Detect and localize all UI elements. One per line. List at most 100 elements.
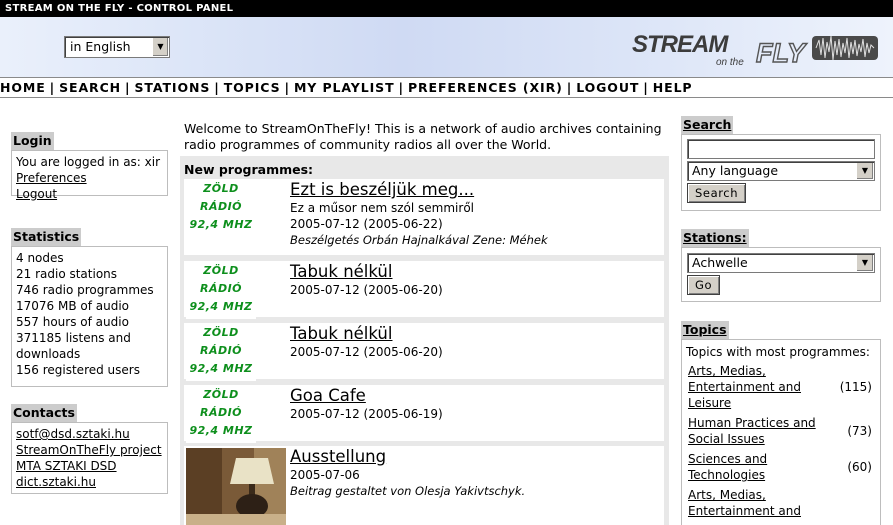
new-programmes-panel: New programmes: ZÖLD RÁDIÓ 92,4 MHZ Ezt … [180,156,669,525]
search-panel: Search Any language ▼ Search [681,116,881,211]
programme-item: ZÖLD RÁDIÓ 92,4 MHZ Ezt is beszéljük meg… [184,179,664,255]
station-logo-thumb[interactable]: ZÖLD RÁDIÓ 92,4 MHZ [186,325,256,381]
thumb-line: 92,4 MHZ [189,300,253,313]
logout-link[interactable]: Logout [16,187,57,201]
thumb-line: 92,4 MHZ [189,218,253,231]
programme-title-link[interactable]: Goa Cafe [290,386,443,406]
search-button[interactable]: Search [687,183,747,203]
programme-title-link[interactable]: Tabuk nélkül [290,324,443,344]
contact-link[interactable]: MTA SZTAKI DSD [16,459,117,473]
stations-title[interactable]: Stations: [681,229,749,247]
stat-line: 557 hours of audio [16,315,129,329]
topic-count: (115) [839,380,872,394]
streamonthefly-logo: STREAM on the FLY [632,31,878,68]
contact-link[interactable]: dict.sztaki.hu [16,475,96,489]
language-select-value: in English [70,39,131,54]
logo-text-fly: FLY [756,38,808,68]
nav-home[interactable]: HOME [0,80,46,95]
stations-select-value: Achwelle [692,255,748,270]
statistics-panel: Statistics 4 nodes 21 radio stations 746… [11,228,168,387]
lamp-photo-icon [186,448,286,525]
login-panel: Login You are logged in as: xir Preferen… [11,132,168,201]
programme-date: 2005-07-12 (2005-06-19) [290,407,443,421]
programme-info: Tabuk nélkül 2005-07-12 (2005-06-20) [290,323,443,360]
stations-panel: Stations: Achwelle ▼ Go [681,229,881,302]
topics-title[interactable]: Topics [681,321,729,339]
go-button[interactable]: Go [687,275,721,295]
programme-title-link[interactable]: Ausstellung [290,447,525,467]
programme-info: Ezt is beszéljük meg... Ez a műsor nem s… [290,179,548,248]
programme-date: 2005-07-12 (2005-06-20) [290,345,443,359]
stations-select[interactable]: Achwelle ▼ [687,253,875,273]
topic-link[interactable]: Human Practices and Social Issues [688,416,816,446]
programme-photo[interactable] [186,448,286,525]
nav-preferences[interactable]: PREFERENCES (XIR) [408,80,563,95]
search-language-value: Any language [692,163,779,178]
nav-stations[interactable]: STATIONS [135,80,211,95]
topic-count: (73) [847,424,872,438]
thumb-line: RÁDIÓ [199,282,243,295]
programme-title-link[interactable]: Ezt is beszéljük meg... [290,180,548,200]
contact-link[interactable]: StreamOnTheFly project [16,443,162,457]
programme-item: ZÖLD RÁDIÓ 92,4 MHZ Goa Cafe 2005-07-12 … [184,385,664,443]
thumb-line: ZÖLD [203,264,239,277]
stat-line: 17076 MB of audio [16,299,130,313]
thumb-line: ZÖLD [203,388,239,401]
logo-text-onthe: on the [716,57,744,68]
nav-separator: | [643,80,649,95]
station-logo-thumb[interactable]: ZÖLD RÁDIÓ 92,4 MHZ [186,263,256,319]
header-banner: in English ▼ STREAM on the FLY [0,17,893,77]
new-programmes-title: New programmes: [184,162,314,177]
stat-line: 371185 listens and downloads [16,331,131,361]
topic-count [836,487,876,523]
login-box: You are logged in as: xir Preferences Lo… [11,150,168,201]
programme-date: 2005-07-06 [290,468,360,482]
search-language-select[interactable]: Any language ▼ [687,161,875,181]
nav-search[interactable]: SEARCH [59,80,121,95]
nav-separator: | [284,80,290,95]
language-select[interactable]: in English ▼ [64,36,170,58]
stat-line: 4 nodes [16,251,64,265]
contacts-title: Contacts [11,404,77,422]
programme-title-link[interactable]: Tabuk nélkül [290,262,443,282]
programme-subtitle: Ez a műsor nem szól semmiről [290,201,474,215]
search-title[interactable]: Search [681,116,734,134]
topic-link[interactable]: Sciences and Technologies [688,452,767,482]
search-input[interactable] [687,139,875,159]
nav-separator: | [398,80,404,95]
nav-my-playlist[interactable]: MY PLAYLIST [294,80,395,95]
station-logo-thumb[interactable]: ZÖLD RÁDIÓ 92,4 MHZ [186,181,256,237]
thumb-line: 92,4 MHZ [189,424,253,437]
station-logo-thumb[interactable]: ZÖLD RÁDIÓ 92,4 MHZ [186,387,256,443]
stat-line: 156 registered users [16,363,140,377]
window-title: STREAM ON THE FLY - CONTROL PANEL [0,0,893,17]
programme-date: 2005-07-12 (2005-06-22) [290,217,443,231]
topic-count: (60) [847,460,872,474]
topic-row: Arts, Medias, Entertainment and [686,487,876,523]
chevron-down-icon[interactable]: ▼ [152,38,168,56]
chevron-down-icon[interactable]: ▼ [857,163,873,179]
thumb-line: RÁDIÓ [199,344,243,357]
programme-info: Tabuk nélkül 2005-07-12 (2005-06-20) [290,261,443,298]
nav-help[interactable]: HELP [653,80,693,95]
topic-row: Sciences and Technologies (60) [686,451,876,487]
contact-link[interactable]: sotf@dsd.sztaki.hu [16,427,130,441]
search-box: Any language ▼ Search [681,134,881,211]
main-nav: HOME | SEARCH | STATIONS | TOPICS | MY PLAYLIST |… [0,77,893,98]
preferences-link[interactable]: Preferences [16,171,87,185]
topics-panel: Topics Topics with most programmes: Arts… [681,321,881,525]
waveform-icon [812,35,878,61]
stat-line: 746 radio programmes [16,283,154,297]
topic-link[interactable]: Arts, Medias, Entertainment and [688,488,801,518]
thumb-line: 92,4 MHZ [189,362,253,375]
chevron-down-icon[interactable]: ▼ [857,255,873,271]
nav-separator: | [49,80,56,95]
contacts-box: sotf@dsd.sztaki.hu StreamOnTheFly projec… [11,422,168,494]
thumb-line: RÁDIÓ [199,406,243,419]
login-title: Login [11,132,54,150]
topic-link[interactable]: Arts, Medias, Entertainment and Leisure [688,364,801,410]
topics-box: Topics with most programmes: Arts, Media… [681,339,881,525]
topics-table: Arts, Medias, Entertainment and Leisure … [686,363,876,523]
nav-topics[interactable]: TOPICS [224,80,281,95]
nav-logout[interactable]: LOGOUT [576,80,639,95]
